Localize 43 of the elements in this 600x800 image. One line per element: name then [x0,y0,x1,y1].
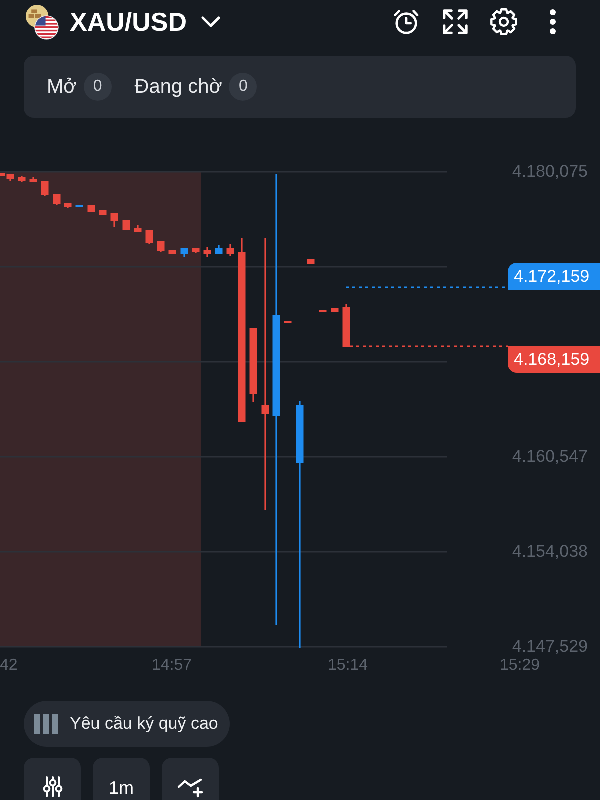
candlestick [110,213,118,227]
margin-notice-chip[interactable]: Yêu cầu ký quỹ cao [24,701,230,747]
count-badge: 0 [229,73,258,101]
time-axis-label: 14:57 [152,657,192,675]
candlestick [342,304,350,347]
order-filter-tab[interactable]: Mở [47,75,77,99]
count-badge: 0 [84,73,112,101]
timeframe-button[interactable]: 1m [93,758,150,800]
alarm-clock-icon[interactable] [393,8,420,36]
symbol-title[interactable]: XAU/USD [70,6,188,36]
expand-icon[interactable] [442,8,469,36]
settings-icon[interactable] [490,8,518,36]
order-filter-tab[interactable]: Đang chờ [134,75,222,99]
candlestick [284,321,292,323]
price-axis-label: 4.147,529 [512,638,588,656]
line-plus-icon [176,776,204,798]
chevron-down-icon[interactable] [201,16,222,28]
more-menu-icon[interactable] [549,8,557,34]
price-tag: 4.168,159 [508,346,600,373]
price-axis-label: 4.160,547 [512,448,588,466]
candlestick [307,259,315,264]
candlestick [180,248,188,257]
candlestick [64,203,72,208]
candlestick [134,225,142,232]
candlestick [30,177,38,182]
candlestick [18,176,26,182]
candlestick [168,250,176,254]
time-axis-label: 15:29 [500,657,540,675]
indicators-button[interactable] [24,758,81,800]
time-axis-label: 42 [0,657,18,675]
candlestick [204,247,212,257]
candlestick [226,244,234,256]
candlestick [192,248,200,253]
price-axis-label: 4.154,038 [512,543,588,561]
candlestick [215,245,223,254]
bars-icon [34,714,58,734]
add-indicator-button[interactable] [162,758,219,800]
coin-flag-icon [25,4,59,40]
sliders-icon [42,776,62,798]
margin-notice-text: Yêu cầu ký quỹ cao [70,714,218,734]
price-tag: 4.172,159 [508,263,600,290]
price-axis-label: 4.180,075 [512,163,588,181]
time-axis-label: 15:14 [328,657,368,675]
